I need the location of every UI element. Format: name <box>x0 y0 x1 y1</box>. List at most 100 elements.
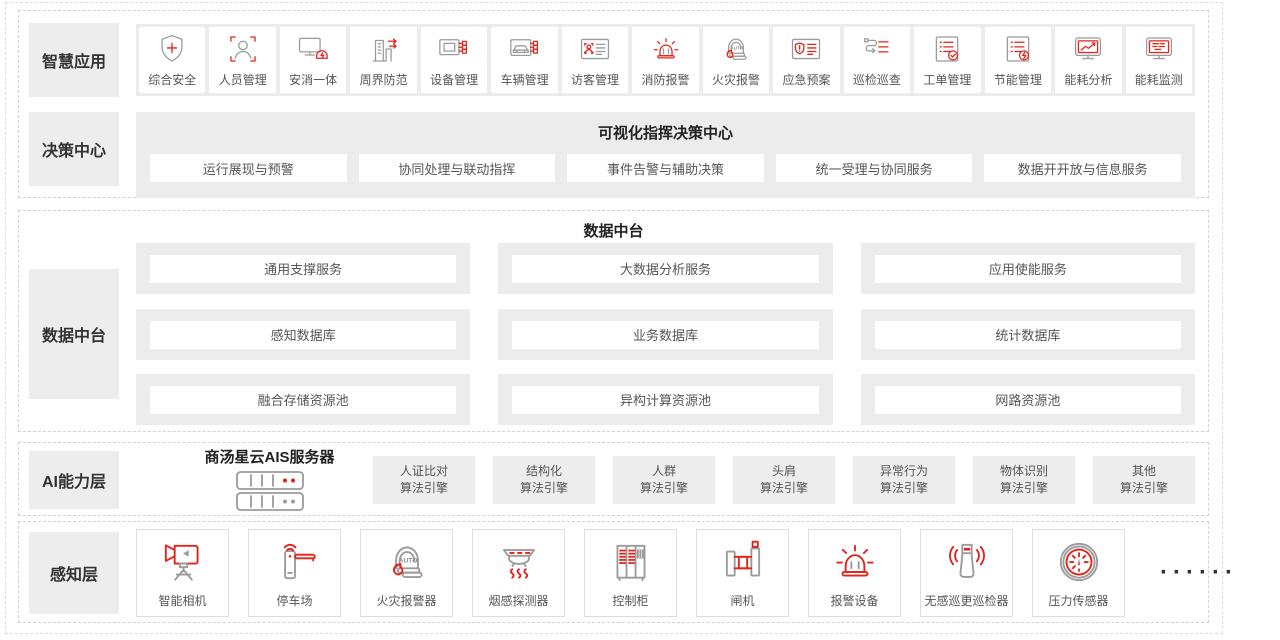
section-label-ai: AI能力层 <box>29 451 119 509</box>
section-apps-decision: 智慧应用 综合安全 人员管理 安消一体 周界防范 设备管理 车辆管理 访客管理 <box>18 10 1209 198</box>
data-platform-title: 数据中台 <box>19 220 1208 241</box>
app-label: 设备管理 <box>430 71 478 88</box>
engine-name: 异常行为 <box>880 463 928 480</box>
route-list-icon <box>860 32 894 66</box>
monitor-chart-icon <box>1071 32 1105 66</box>
engine-box-head-shoulder: 头肩 算法引擎 <box>733 456 835 504</box>
patrol-wand-icon <box>942 537 992 587</box>
engine-suffix: 算法引擎 <box>1000 480 1048 497</box>
data-platform-cell: 业务数据库 <box>498 309 832 360</box>
app-label: 工单管理 <box>923 71 971 88</box>
data-platform-item: 应用使能服务 <box>875 255 1181 283</box>
engine-suffix: 算法引擎 <box>400 480 448 497</box>
more-devices-dots: ······ <box>1160 559 1238 587</box>
section-perception-layer: 感知层 智能相机 停车场 AUTO 火灾报警器 烟感探测器 控制柜 闸机 报警设… <box>18 521 1209 623</box>
decision-band: 可视化指挥决策中心 运行展现与预警 协同处理与联动指挥 事件告警与辅助决策 统一… <box>136 112 1195 198</box>
decision-item: 统一受理与协同服务 <box>776 154 973 182</box>
app-label: 巡检巡查 <box>853 71 901 88</box>
app-label: 火灾报警 <box>712 71 760 88</box>
data-platform-row-resource-pools: 融合存储资源池 异构计算资源池 网路资源池 <box>136 374 1195 425</box>
app-tile-gongdan-guanli: 工单管理 <box>914 27 980 93</box>
svg-text:AUTO: AUTO <box>398 558 417 565</box>
app-label: 安消一体 <box>289 71 337 88</box>
monitor-alarm-icon <box>296 32 330 66</box>
data-platform-cell: 大数据分析服务 <box>498 243 832 294</box>
device-parking: 停车场 <box>248 529 341 617</box>
engine-box-crowd: 人群 算法引擎 <box>613 456 715 504</box>
engine-suffix: 算法引擎 <box>520 480 568 497</box>
device-fire-alarm: AUTO 火灾报警器 <box>360 529 453 617</box>
app-tile-renyuan-guanli: 人员管理 <box>209 27 275 93</box>
app-label: 人员管理 <box>219 71 267 88</box>
app-label: 消防报警 <box>642 71 690 88</box>
data-platform-cell: 统计数据库 <box>861 309 1195 360</box>
app-tile-cheliang-guanli: 车辆管理 <box>491 27 557 93</box>
doc-check-icon <box>930 32 964 66</box>
section-label-apps: 智慧应用 <box>29 23 119 97</box>
engine-suffix: 算法引擎 <box>1120 480 1168 497</box>
app-tile-xunjian-xuncha: 巡检巡查 <box>844 27 910 93</box>
turnstile-icon <box>718 537 768 587</box>
decision-item: 事件告警与辅助决策 <box>567 154 764 182</box>
section-label-decision: 决策中心 <box>29 112 119 186</box>
device-label: 控制柜 <box>612 592 648 609</box>
device-smart-camera: 智能相机 <box>136 529 229 617</box>
ais-server-block: 商汤星云AIS服务器 <box>167 446 372 518</box>
data-platform-cell: 异构计算资源池 <box>498 374 832 425</box>
decision-item: 协同处理与联动指挥 <box>359 154 556 182</box>
device-pressure-sensor: 压力传感器 <box>1032 529 1125 617</box>
data-platform-item: 异构计算资源池 <box>512 386 818 414</box>
device-label: 闸机 <box>730 592 754 609</box>
building-arrows-icon <box>367 32 401 66</box>
data-platform-item: 通用支撑服务 <box>150 255 456 283</box>
app-label: 应急预案 <box>782 71 830 88</box>
engine-suffix: 算法引擎 <box>760 480 808 497</box>
section-label-perception: 感知层 <box>29 532 119 614</box>
data-platform-item: 感知数据库 <box>150 321 456 349</box>
engine-name: 其他 <box>1132 463 1156 480</box>
decision-center-title: 可视化指挥决策中心 <box>136 112 1195 143</box>
app-tile-yingji-yuan: 应急预案 <box>773 27 839 93</box>
engine-name: 人证比对 <box>400 463 448 480</box>
data-platform-item: 大数据分析服务 <box>512 255 818 283</box>
data-platform-item: 网路资源池 <box>875 386 1181 414</box>
control-cabinet-icon <box>606 537 656 587</box>
device-label: 报警设备 <box>830 592 878 609</box>
engine-box-structuring: 结构化 算法引擎 <box>493 456 595 504</box>
svg-text:AUTO: AUTO <box>730 45 743 50</box>
section-label-data-platform: 数据中台 <box>29 269 119 399</box>
shield-plus-icon <box>155 32 189 66</box>
shield-doc-icon <box>789 32 823 66</box>
app-tile-jieneng-guanli: 节能管理 <box>985 27 1051 93</box>
device-turnstile: 闸机 <box>696 529 789 617</box>
fire-alarm-icon: AUTO <box>382 537 432 587</box>
section-data-platform: 数据中台 数据中台 通用支撑服务 大数据分析服务 应用使能服务 感知数据库 业务… <box>18 210 1209 432</box>
data-platform-cell: 融合存储资源池 <box>136 374 470 425</box>
device-row: 智能相机 停车场 AUTO 火灾报警器 烟感探测器 控制柜 闸机 报警设备 无感 <box>136 529 1238 617</box>
data-platform-item: 业务数据库 <box>512 321 818 349</box>
apps-band: 综合安全 人员管理 安消一体 周界防范 设备管理 车辆管理 访客管理 消防报警 <box>136 24 1195 96</box>
smoke-detector-icon <box>494 537 544 587</box>
data-platform-cell: 网路资源池 <box>861 374 1195 425</box>
device-label: 无感巡更巡检器 <box>924 592 1008 609</box>
monitor-nodes-icon <box>437 32 471 66</box>
app-label: 能耗分析 <box>1064 71 1112 88</box>
app-tile-nenghao-fenxi: 能耗分析 <box>1055 27 1121 93</box>
engine-name: 结构化 <box>526 463 562 480</box>
app-tile-huozai-baojing: AUTO 火灾报警 <box>703 27 769 93</box>
camera-icon <box>158 537 208 587</box>
device-label: 停车场 <box>276 592 312 609</box>
app-tile-fangke-guanli: 访客管理 <box>562 27 628 93</box>
app-label: 访客管理 <box>571 71 619 88</box>
data-platform-item: 融合存储资源池 <box>150 386 456 414</box>
engine-name: 物体识别 <box>1000 463 1048 480</box>
data-platform-cell: 应用使能服务 <box>861 243 1195 294</box>
device-alarm: 报警设备 <box>808 529 901 617</box>
ais-server-title: 商汤星云AIS服务器 <box>167 446 372 467</box>
engine-box-abnormal-behavior: 异常行为 算法引擎 <box>853 456 955 504</box>
monitor-data-icon <box>1142 32 1176 66</box>
fire-auto-icon: AUTO <box>719 32 753 66</box>
app-tile-anxiao-yiti: 安消一体 <box>280 27 346 93</box>
device-label: 烟感探测器 <box>488 592 548 609</box>
data-platform-row-databases: 感知数据库 业务数据库 统计数据库 <box>136 309 1195 360</box>
